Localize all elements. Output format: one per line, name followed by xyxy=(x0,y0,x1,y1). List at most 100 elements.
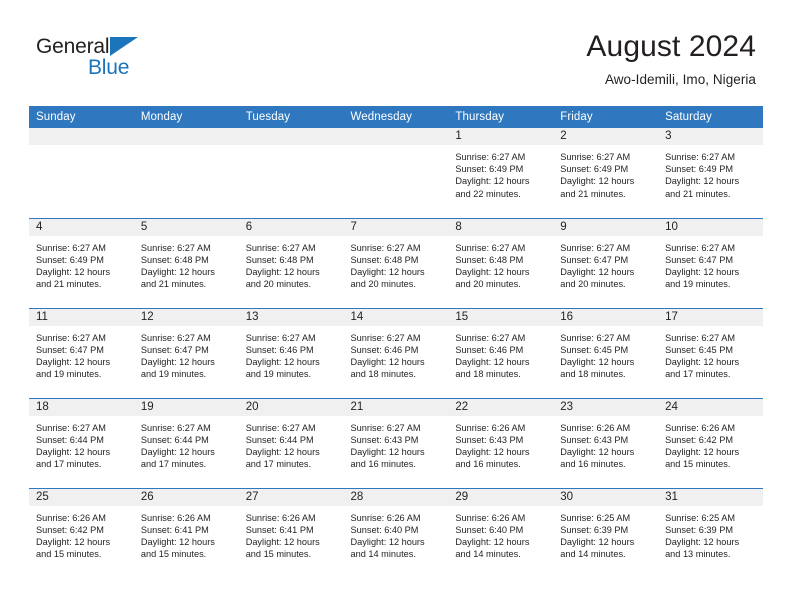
daylight-text-line2: and 20 minutes. xyxy=(560,279,626,290)
daylight-text-line2: and 21 minutes. xyxy=(36,279,102,290)
daylight-text-line2: and 17 minutes. xyxy=(36,459,102,470)
daylight-text-line1: Daylight: 12 hours xyxy=(665,536,740,547)
daylight-text-line1: Daylight: 12 hours xyxy=(350,266,425,277)
day-number: 11 xyxy=(29,308,134,326)
sunset-text: Sunset: 6:43 PM xyxy=(455,434,524,445)
page-title: August 2024 xyxy=(586,30,756,63)
calendar-day-cell[interactable]: 16 Sunrise: 6:27 AM Sunset: 6:45 PM Dayligh… xyxy=(553,307,659,398)
day-details: Sunrise: 6:27 AM Sunset: 6:44 PM Daylight:… xyxy=(239,416,344,471)
day-number: 24 xyxy=(658,398,763,416)
calendar-day-cell[interactable]: 26 Sunrise: 6:26 AM Sunset: 6:41 PM Dayligh… xyxy=(133,487,239,578)
calendar-day-cell[interactable]: 28 Sunrise: 6:26 AM Sunset: 6:40 PM Dayligh… xyxy=(343,487,449,578)
day-details: Sunrise: 6:27 AM Sunset: 6:45 PM Daylight:… xyxy=(658,326,763,381)
calendar-day-cell[interactable]: 27 Sunrise: 6:26 AM Sunset: 6:41 PM Dayligh… xyxy=(238,487,344,578)
day-details: Sunrise: 6:26 AM Sunset: 6:43 PM Daylight:… xyxy=(448,416,553,471)
day-number: 29 xyxy=(448,488,554,506)
sunset-text: Sunset: 6:49 PM xyxy=(560,164,629,175)
weekday-header-thursday: Thursday xyxy=(448,106,554,128)
daylight-text-line2: and 20 minutes. xyxy=(455,279,521,290)
calendar-day-cell[interactable]: 6 Sunrise: 6:27 AM Sunset: 6:48 PM Daylight… xyxy=(238,217,344,308)
daylight-text-line2: and 13 minutes. xyxy=(665,549,731,560)
calendar-day-cell[interactable]: 30 Sunrise: 6:25 AM Sunset: 6:39 PM Dayligh… xyxy=(553,487,659,578)
day-details: Sunrise: 6:27 AM Sunset: 6:48 PM Daylight:… xyxy=(134,236,239,291)
calendar-cell-empty xyxy=(238,128,344,218)
calendar-day-cell[interactable]: 29 Sunrise: 6:26 AM Sunset: 6:40 PM Dayligh… xyxy=(448,487,554,578)
daylight-text-line1: Daylight: 12 hours xyxy=(560,536,635,547)
daylight-text-line1: Daylight: 12 hours xyxy=(36,536,111,547)
daylight-text-line1: Daylight: 12 hours xyxy=(455,266,530,277)
calendar-day-cell[interactable]: 31 Sunrise: 6:25 AM Sunset: 6:39 PM Dayligh… xyxy=(658,487,763,578)
calendar-day-cell[interactable]: 23 Sunrise: 6:26 AM Sunset: 6:43 PM Dayligh… xyxy=(553,397,659,488)
day-number: 30 xyxy=(553,488,659,506)
day-details: Sunrise: 6:27 AM Sunset: 6:44 PM Daylight:… xyxy=(29,416,134,471)
sunrise-text: Sunrise: 6:26 AM xyxy=(350,512,421,523)
calendar-day-cell[interactable]: 9 Sunrise: 6:27 AM Sunset: 6:47 PM Daylight… xyxy=(553,217,659,308)
sunset-text: Sunset: 6:46 PM xyxy=(245,344,314,355)
calendar-day-cell[interactable]: 15 Sunrise: 6:27 AM Sunset: 6:46 PM Dayligh… xyxy=(448,307,554,398)
daylight-text-line1: Daylight: 12 hours xyxy=(245,446,320,457)
daylight-text-line2: and 15 minutes. xyxy=(36,549,102,560)
daylight-text-line2: and 19 minutes. xyxy=(665,279,731,290)
calendar-day-cell[interactable]: 17 Sunrise: 6:27 AM Sunset: 6:45 PM Dayligh… xyxy=(658,307,763,398)
brand-logo[interactable]: General Blue xyxy=(36,36,236,84)
day-details: Sunrise: 6:27 AM Sunset: 6:49 PM Daylight:… xyxy=(448,145,553,200)
sunrise-text: Sunrise: 6:27 AM xyxy=(36,242,106,253)
calendar-day-cell[interactable]: 20 Sunrise: 6:27 AM Sunset: 6:44 PM Dayligh… xyxy=(238,397,344,488)
day-number: 16 xyxy=(553,308,659,326)
day-number: 28 xyxy=(343,488,449,506)
calendar-page: General Blue August 2024 Awo-Idemili, Im… xyxy=(0,0,792,612)
calendar-day-cell[interactable]: 13 Sunrise: 6:27 AM Sunset: 6:46 PM Dayligh… xyxy=(238,307,344,398)
day-number: 26 xyxy=(133,488,239,506)
calendar-day-cell[interactable]: 21 Sunrise: 6:27 AM Sunset: 6:43 PM Dayligh… xyxy=(343,397,449,488)
day-details: Sunrise: 6:27 AM Sunset: 6:47 PM Daylight:… xyxy=(553,236,658,291)
calendar-day-cell[interactable]: 18 Sunrise: 6:27 AM Sunset: 6:44 PM Dayligh… xyxy=(29,397,134,488)
calendar-day-cell[interactable]: 25 Sunrise: 6:26 AM Sunset: 6:42 PM Dayligh… xyxy=(29,487,134,578)
sunset-text: Sunset: 6:44 PM xyxy=(245,434,314,445)
daylight-text-line2: and 22 minutes. xyxy=(455,188,521,199)
calendar-day-cell[interactable]: 12 Sunrise: 6:27 AM Sunset: 6:47 PM Dayligh… xyxy=(133,307,239,398)
calendar-day-cell[interactable]: 3 Sunrise: 6:27 AM Sunset: 6:49 PM Daylight… xyxy=(658,128,763,218)
sunrise-text: Sunrise: 6:27 AM xyxy=(665,242,736,253)
sunset-text: Sunset: 6:48 PM xyxy=(245,254,314,265)
weekday-header-friday: Friday xyxy=(553,106,659,128)
day-number: 18 xyxy=(29,398,134,416)
sunset-text: Sunset: 6:39 PM xyxy=(665,524,733,535)
calendar-day-cell[interactable]: 4 Sunrise: 6:27 AM Sunset: 6:49 PM Daylight… xyxy=(29,217,134,308)
calendar-day-cell[interactable]: 2 Sunrise: 6:27 AM Sunset: 6:49 PM Daylight… xyxy=(553,128,659,218)
daylight-text-line1: Daylight: 12 hours xyxy=(665,176,740,187)
daylight-text-line2: and 19 minutes. xyxy=(140,369,207,380)
brand-triangle-icon xyxy=(110,37,138,56)
daylight-text-line1: Daylight: 12 hours xyxy=(350,446,425,457)
day-number: 20 xyxy=(238,398,344,416)
day-details: Sunrise: 6:27 AM Sunset: 6:48 PM Daylight:… xyxy=(239,236,344,291)
day-details: Sunrise: 6:27 AM Sunset: 6:43 PM Daylight:… xyxy=(344,416,449,471)
day-number: 1 xyxy=(448,128,554,145)
sunset-text: Sunset: 6:47 PM xyxy=(36,344,104,355)
sunrise-text: Sunrise: 6:27 AM xyxy=(455,152,526,162)
daylight-text-line1: Daylight: 12 hours xyxy=(36,446,111,457)
weekday-header-tuesday: Tuesday xyxy=(238,106,344,128)
calendar-day-cell[interactable]: 1 Sunrise: 6:27 AM Sunset: 6:49 PM Daylight… xyxy=(448,128,554,218)
day-number: 8 xyxy=(448,218,554,236)
calendar-week-row: 1 Sunrise: 6:27 AM Sunset: 6:49 PM Daylight… xyxy=(29,128,763,218)
calendar-day-cell[interactable]: 11 Sunrise: 6:27 AM Sunset: 6:47 PM Dayligh… xyxy=(29,307,134,398)
daylight-text-line1: Daylight: 12 hours xyxy=(350,536,425,547)
calendar-day-cell[interactable]: 22 Sunrise: 6:26 AM Sunset: 6:43 PM Dayligh… xyxy=(448,397,554,488)
calendar-day-cell[interactable]: 7 Sunrise: 6:27 AM Sunset: 6:48 PM Daylight… xyxy=(343,217,449,308)
calendar-day-cell[interactable]: 19 Sunrise: 6:27 AM Sunset: 6:44 PM Dayligh… xyxy=(133,397,239,488)
daylight-text-line2: and 16 minutes. xyxy=(560,459,626,470)
sunset-text: Sunset: 6:42 PM xyxy=(36,524,104,535)
day-number: 19 xyxy=(133,398,239,416)
daylight-text-line2: and 14 minutes. xyxy=(455,549,521,560)
calendar-day-cell[interactable]: 5 Sunrise: 6:27 AM Sunset: 6:48 PM Daylight… xyxy=(133,217,239,308)
sunset-text: Sunset: 6:46 PM xyxy=(455,344,524,355)
sunrise-text: Sunrise: 6:27 AM xyxy=(455,332,526,343)
calendar-day-cell[interactable]: 8 Sunrise: 6:27 AM Sunset: 6:48 PM Daylight… xyxy=(448,217,554,308)
sunset-text: Sunset: 6:47 PM xyxy=(665,254,733,265)
daylight-text-line2: and 20 minutes. xyxy=(245,279,312,290)
sunrise-text: Sunrise: 6:27 AM xyxy=(140,332,211,343)
daylight-text-line1: Daylight: 12 hours xyxy=(560,266,635,277)
calendar-day-cell[interactable]: 14 Sunrise: 6:27 AM Sunset: 6:46 PM Dayligh… xyxy=(343,307,449,398)
calendar-day-cell[interactable]: 10 Sunrise: 6:27 AM Sunset: 6:47 PM Dayligh… xyxy=(658,217,763,308)
calendar-day-cell[interactable]: 24 Sunrise: 6:26 AM Sunset: 6:42 PM Dayligh… xyxy=(658,397,763,488)
